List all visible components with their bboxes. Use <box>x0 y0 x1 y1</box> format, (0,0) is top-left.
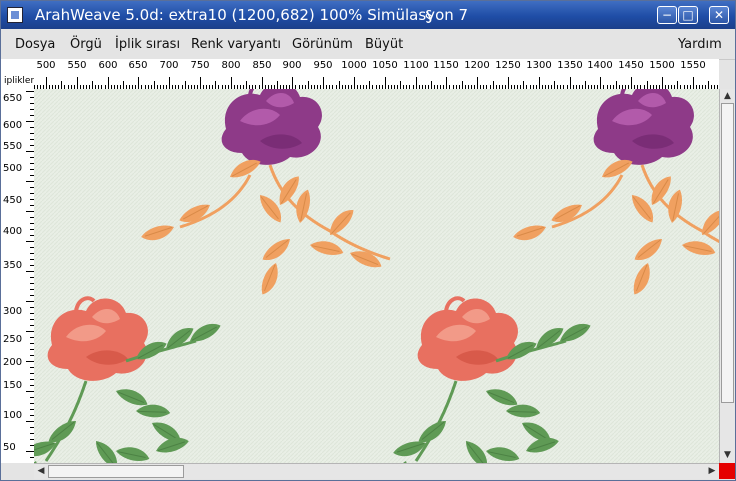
ruler-y-label: 100 <box>3 410 23 421</box>
menu-buyut[interactable]: Büyüt <box>365 37 403 52</box>
scroll-left-icon[interactable]: ◀ <box>34 464 48 479</box>
ruler-y-label: 350 <box>3 260 23 271</box>
menu-yardim[interactable]: Yardım <box>678 37 722 52</box>
ruler-y-label: 650 <box>3 93 23 104</box>
scroll-up-icon[interactable]: ▲ <box>720 89 735 103</box>
ruler-x-label: 1400 <box>587 60 613 71</box>
ruler-x-label: 900 <box>282 60 302 71</box>
ruler-x-label: 1350 <box>557 60 583 71</box>
ruler-x-label: 800 <box>221 60 241 71</box>
ruler-x-label: 650 <box>128 60 148 71</box>
scroll-down-icon[interactable]: ▼ <box>720 448 735 462</box>
ruler-y-label: 600 <box>3 120 23 131</box>
menu-dosya[interactable]: Dosya <box>15 37 55 52</box>
ruler-x-label: 550 <box>67 60 87 71</box>
horizontal-ruler: 500 550 600 650 700 750 800 850 900 950 1000 1050 11… <box>34 59 719 89</box>
window-title: ArahWeave 5.0d: extra10 (1200,682) 100% … <box>35 6 469 24</box>
ruler-x-label: 750 <box>190 60 210 71</box>
ruler-x-label: 1150 <box>433 60 459 71</box>
ruler-corner: iplikler <box>1 59 34 89</box>
swirl-icon: § <box>425 7 433 25</box>
fabric-simulation-canvas[interactable] <box>34 89 719 463</box>
ruler-x-label: 1500 <box>649 60 675 71</box>
title-bar[interactable]: ArahWeave 5.0d: extra10 (1200,682) 100% … <box>1 1 735 29</box>
ruler-x-label: 1000 <box>341 60 367 71</box>
ruler-unit-label: iplikler <box>4 76 35 86</box>
ruler-y-label: 300 <box>3 306 23 317</box>
ruler-y-label: 50 <box>3 442 16 453</box>
vertical-ruler: 650 600 550 500 450 400 350 300 250 200 150 100 50 <box>1 89 34 463</box>
ruler-x-label: 1200 <box>464 60 490 71</box>
ruler-x-label: 1050 <box>372 60 398 71</box>
fabric-pattern <box>34 89 719 463</box>
app-window: ArahWeave 5.0d: extra10 (1200,682) 100% … <box>0 0 736 481</box>
scroll-right-icon[interactable]: ▶ <box>705 464 719 479</box>
menu-orgu[interactable]: Örgü <box>70 37 102 52</box>
ruler-x-label: 950 <box>313 60 333 71</box>
maximize-button[interactable]: □ <box>678 6 698 24</box>
ruler-y-label: 550 <box>3 141 23 152</box>
ruler-y-label: 200 <box>3 357 23 368</box>
ruler-x-label: 1300 <box>526 60 552 71</box>
status-indicator <box>719 463 735 479</box>
ruler-y-label: 450 <box>3 195 23 206</box>
scrollbar-spacer <box>1 463 34 480</box>
ruler-y-label: 250 <box>3 334 23 345</box>
horizontal-scroll-thumb[interactable] <box>48 465 184 478</box>
vertical-scroll-thumb[interactable] <box>721 103 734 403</box>
ruler-y-label: 500 <box>3 163 23 174</box>
menu-renk-varyanti[interactable]: Renk varyantı <box>191 37 281 52</box>
ruler-x-label: 1100 <box>403 60 429 71</box>
ruler-y-label: 400 <box>3 226 23 237</box>
app-icon[interactable] <box>7 7 23 23</box>
minimize-button[interactable]: − <box>657 6 677 24</box>
ruler-x-label: 850 <box>252 60 272 71</box>
menu-gorunum[interactable]: Görünüm <box>292 37 353 52</box>
ruler-x-label: 1250 <box>495 60 521 71</box>
ruler-x-label: 500 <box>36 60 56 71</box>
menu-iplik-sirasi[interactable]: İplik sırası <box>115 37 180 52</box>
close-button[interactable]: ✕ <box>709 6 729 24</box>
menu-bar: Dosya Örgü İplik sırası Renk varyantı Gö… <box>1 29 735 60</box>
ruler-x-label: 1450 <box>618 60 644 71</box>
ruler-y-label: 150 <box>3 380 23 391</box>
ruler-x-label: 1550 <box>680 60 706 71</box>
ruler-x-label: 600 <box>98 60 118 71</box>
ruler-x-label: 700 <box>159 60 179 71</box>
horizontal-scrollbar[interactable]: ◀ ▶ <box>34 463 719 479</box>
vertical-scrollbar[interactable]: ▲ ▼ <box>719 89 735 463</box>
